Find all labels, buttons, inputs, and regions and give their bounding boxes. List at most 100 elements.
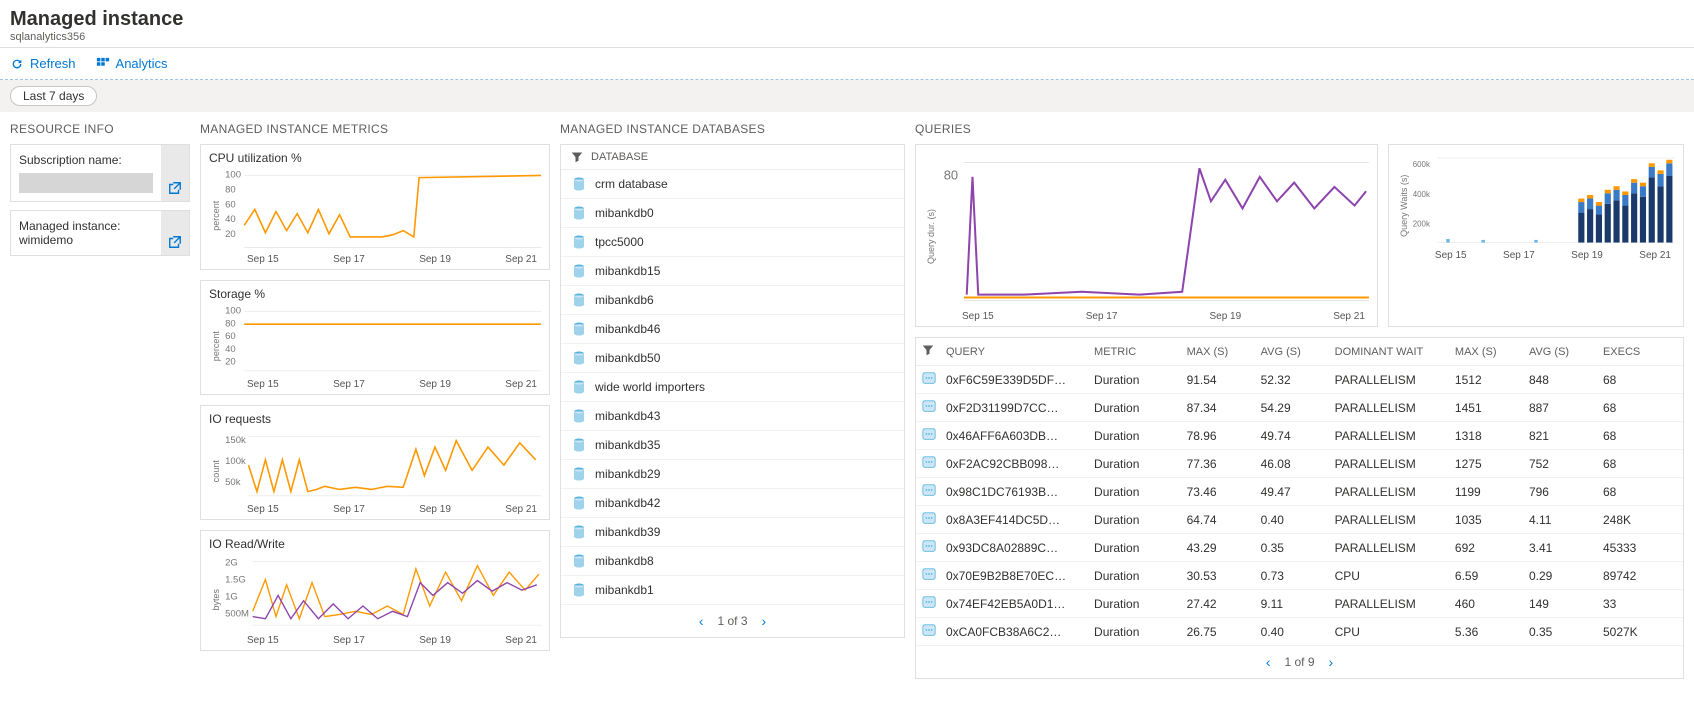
query-icon xyxy=(922,539,936,553)
col-execs[interactable]: EXECS xyxy=(1603,346,1677,358)
database-row[interactable]: tpcc5000 xyxy=(561,228,904,257)
database-row[interactable]: mibankdb1 xyxy=(561,576,904,605)
database-column-header[interactable]: DATABASE xyxy=(591,151,648,163)
query-max: 30.53 xyxy=(1187,569,1261,583)
database-row[interactable]: mibankdb46 xyxy=(561,315,904,344)
query-row[interactable]: 0x46AFF6A603DB…Duration78.9649.74PARALLE… xyxy=(916,422,1683,450)
database-icon xyxy=(571,408,587,424)
query-hash: 0x8A3EF414DC5D… xyxy=(946,513,1094,527)
analytics-button[interactable]: Analytics xyxy=(96,56,168,71)
database-row[interactable]: mibankdb15 xyxy=(561,257,904,286)
database-icon xyxy=(571,321,587,337)
query-avg: 49.47 xyxy=(1261,485,1335,499)
query-icon xyxy=(922,427,936,441)
database-icon xyxy=(571,524,587,540)
database-row[interactable]: crm database xyxy=(561,170,904,199)
query-row[interactable]: 0xF2AC92CBB098…Duration77.3646.08PARALLE… xyxy=(916,450,1683,478)
io-ylabel: count xyxy=(209,428,223,515)
database-row[interactable]: mibankdb43 xyxy=(561,402,904,431)
query-hash: 0x74EF42EB5A0D1… xyxy=(946,597,1094,611)
query-wmax: 692 xyxy=(1455,541,1529,555)
query-wmax: 1451 xyxy=(1455,401,1529,415)
filter-icon[interactable] xyxy=(922,344,934,356)
database-name: mibankdb43 xyxy=(595,409,660,423)
query-icon xyxy=(922,399,936,413)
database-row[interactable]: mibankdb39 xyxy=(561,518,904,547)
query-row[interactable]: 0xF6C59E339D5DF…Duration91.5452.32PARALL… xyxy=(916,366,1683,394)
databases-title: MANAGED INSTANCE DATABASES xyxy=(560,122,905,136)
time-range-pill[interactable]: Last 7 days xyxy=(10,86,97,106)
query-metric: Duration xyxy=(1094,625,1187,639)
query-prev[interactable]: ‹ xyxy=(1266,654,1271,670)
database-icon xyxy=(571,263,587,279)
iorw-chart-title: IO Read/Write xyxy=(209,537,541,551)
query-waits-chart[interactable]: Query Waits (s) 600k400k200k xyxy=(1388,144,1684,327)
resource-info-title: RESOURCE INFO xyxy=(10,122,190,136)
query-icon xyxy=(922,483,936,497)
database-name: tpcc5000 xyxy=(595,235,644,249)
query-avg: 0.40 xyxy=(1261,625,1335,639)
database-row[interactable]: mibankdb8 xyxy=(561,547,904,576)
database-name: mibankdb39 xyxy=(595,525,660,539)
query-duration-chart[interactable]: Query dur. (s) 80 Sep 15Sep 17Sep 19Sep … xyxy=(915,144,1378,327)
query-wavg: 752 xyxy=(1529,457,1603,471)
query-icon xyxy=(922,455,936,469)
cpu-chart[interactable]: CPU utilization % percent 10080604020 Se… xyxy=(200,144,550,270)
database-row[interactable]: mibankdb42 xyxy=(561,489,904,518)
db-prev[interactable]: ‹ xyxy=(699,613,704,629)
query-wmax: 1318 xyxy=(1455,429,1529,443)
subscription-popout[interactable] xyxy=(161,145,189,201)
svg-text:1G: 1G xyxy=(225,592,238,603)
query-wavg: 848 xyxy=(1529,373,1603,387)
query-metric: Duration xyxy=(1094,597,1187,611)
filter-icon[interactable] xyxy=(571,151,583,163)
query-dur-ylabel: Query dur. (s) xyxy=(924,151,938,322)
refresh-icon xyxy=(10,57,24,71)
db-next[interactable]: › xyxy=(762,613,767,629)
database-name: mibankdb1 xyxy=(595,583,654,597)
database-row[interactable]: wide world importers xyxy=(561,373,904,402)
query-row[interactable]: 0x93DC8A02889C…Duration43.290.35PARALLEL… xyxy=(916,534,1683,562)
col-wmax[interactable]: MAX (S) xyxy=(1455,346,1529,358)
subscription-value-redacted xyxy=(19,173,153,193)
col-metric[interactable]: METRIC xyxy=(1094,346,1187,358)
query-execs: 248K xyxy=(1603,513,1677,527)
metrics-title: MANAGED INSTANCE METRICS xyxy=(200,122,550,136)
query-row[interactable]: 0xCA0FCB38A6C2…Duration26.750.40CPU5.360… xyxy=(916,618,1683,646)
database-row[interactable]: mibankdb0 xyxy=(561,199,904,228)
database-row[interactable]: mibankdb6 xyxy=(561,286,904,315)
iorw-sparkline: 2G1.5G1G500M xyxy=(223,553,541,633)
io-chart[interactable]: IO requests count 150k100k50k Sep 15Sep … xyxy=(200,405,550,520)
query-metric: Duration xyxy=(1094,457,1187,471)
database-icon xyxy=(571,350,587,366)
managed-instance-popout[interactable] xyxy=(161,211,189,255)
iorw-chart[interactable]: IO Read/Write bytes 2G1.5G1G500M Sep 15S… xyxy=(200,530,550,651)
query-row[interactable]: 0x70E9B2B8E70EC…Duration30.530.73CPU6.59… xyxy=(916,562,1683,590)
query-execs: 68 xyxy=(1603,373,1677,387)
query-metric: Duration xyxy=(1094,569,1187,583)
database-row[interactable]: mibankdb35 xyxy=(561,431,904,460)
cpu-chart-title: CPU utilization % xyxy=(209,151,541,165)
query-max: 64.74 xyxy=(1187,513,1261,527)
col-query[interactable]: QUERY xyxy=(946,346,1094,358)
col-max[interactable]: MAX (S) xyxy=(1187,346,1261,358)
query-row[interactable]: 0x8A3EF414DC5D…Duration64.740.40PARALLEL… xyxy=(916,506,1683,534)
database-name: crm database xyxy=(595,177,668,191)
storage-chart[interactable]: Storage % percent 10080604020 Sep 15Sep … xyxy=(200,280,550,395)
query-row[interactable]: 0x98C1DC76193B…Duration73.4649.47PARALLE… xyxy=(916,478,1683,506)
query-row[interactable]: 0xF2D31199D7CC…Duration87.3454.29PARALLE… xyxy=(916,394,1683,422)
refresh-button[interactable]: Refresh xyxy=(10,56,76,71)
storage-sparkline: 10080604020 xyxy=(223,303,541,377)
database-icon xyxy=(571,379,587,395)
database-row[interactable]: mibankdb29 xyxy=(561,460,904,489)
query-max: 77.36 xyxy=(1187,457,1261,471)
col-wait[interactable]: DOMINANT WAIT xyxy=(1335,346,1455,358)
col-avg[interactable]: AVG (S) xyxy=(1261,346,1335,358)
svg-text:50k: 50k xyxy=(225,477,241,488)
col-wavg[interactable]: AVG (S) xyxy=(1529,346,1603,358)
query-next[interactable]: › xyxy=(1329,654,1334,670)
query-avg: 52.32 xyxy=(1261,373,1335,387)
database-row[interactable]: mibankdb50 xyxy=(561,344,904,373)
query-row[interactable]: 0x74EF42EB5A0D1…Duration27.429.11PARALLE… xyxy=(916,590,1683,618)
query-dur-sparkline: 80 xyxy=(938,151,1369,309)
